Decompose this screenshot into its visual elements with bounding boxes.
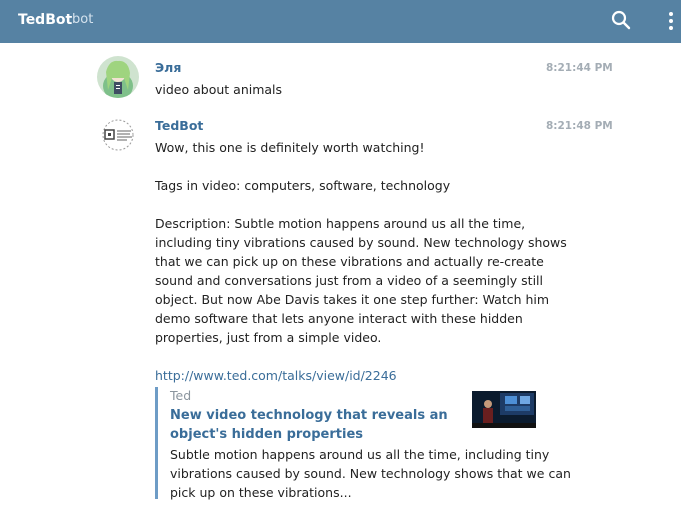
message-line bbox=[155, 157, 567, 176]
chat-subtitle: bot bbox=[72, 12, 94, 27]
preview-site-name: Ted bbox=[170, 388, 192, 403]
link-preview: Ted New video technology that reveals an… bbox=[155, 387, 571, 500]
message-line: properties, just from a simple video. bbox=[155, 330, 382, 345]
message-line: demo software that lets anyone interact … bbox=[155, 311, 523, 326]
preview-title[interactable]: New video technology that reveals an obj… bbox=[170, 406, 448, 444]
preview-desc-line: pick up on these vibrations... bbox=[170, 485, 352, 500]
preview-title-line: object's hidden properties bbox=[170, 427, 364, 442]
user-avatar[interactable] bbox=[97, 56, 139, 98]
message-time: 8:21:48 PM bbox=[546, 120, 613, 132]
preview-thumbnail[interactable] bbox=[472, 391, 536, 428]
message-author[interactable]: Эля bbox=[155, 60, 181, 75]
search-icon[interactable] bbox=[611, 10, 631, 30]
message-line: including tiny vibrations caused by soun… bbox=[155, 235, 567, 250]
message-text: video about animals bbox=[155, 80, 282, 99]
more-vertical-icon[interactable] bbox=[664, 10, 678, 32]
message-author[interactable]: TedBot bbox=[155, 118, 203, 133]
ted-avatar[interactable] bbox=[97, 114, 139, 156]
message-text: Wow, this one is definitely worth watchi… bbox=[155, 138, 567, 385]
message-line: video about animals bbox=[155, 82, 283, 97]
message-line bbox=[155, 195, 567, 214]
preview-title-line: New video technology that reveals an bbox=[170, 408, 448, 423]
preview-desc-line: Subtle motion happens around us all the … bbox=[170, 447, 550, 462]
preview-description: Subtle motion happens around us all the … bbox=[170, 445, 571, 502]
message-time: 8:21:44 PM bbox=[546, 62, 613, 74]
message-line: Wow, this one is definitely worth watchi… bbox=[155, 140, 425, 155]
message-line: that we can pick up on these vibrations … bbox=[155, 254, 544, 269]
message-line: sound and conversations just from a vide… bbox=[155, 273, 544, 288]
chat-title[interactable]: TedBot bbox=[18, 12, 72, 28]
message-line bbox=[155, 347, 567, 366]
preview-desc-line: vibrations caused by sound. New technolo… bbox=[170, 466, 571, 481]
chat-header: TedBot bot bbox=[0, 0, 681, 43]
message-line: object. But now Abe Davis takes it one s… bbox=[155, 292, 550, 307]
message-line: Description: Subtle motion happens aroun… bbox=[155, 216, 526, 231]
message-link[interactable]: http://www.ted.com/talks/view/id/2246 bbox=[155, 366, 567, 385]
message-line: Tags in video: computers, software, tech… bbox=[155, 178, 451, 193]
